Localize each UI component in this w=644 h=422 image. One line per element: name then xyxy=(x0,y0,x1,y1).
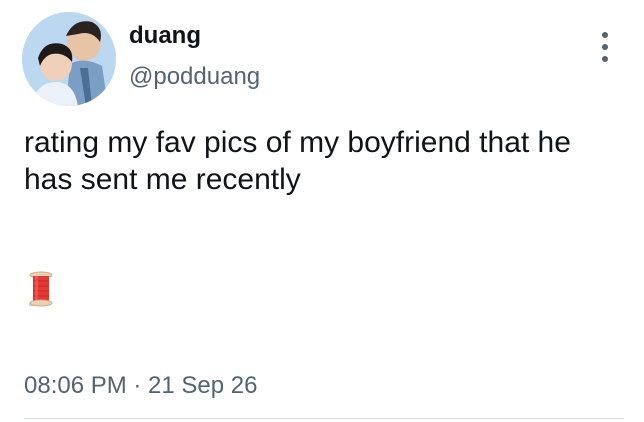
divider xyxy=(24,418,624,419)
more-options-icon[interactable] xyxy=(596,32,614,62)
more-dot xyxy=(602,32,608,38)
tweet-timestamp[interactable]: 08:06 PM · 21 Sep 26 xyxy=(24,372,257,400)
tweet-text: rating my fav pics of my boyfriend that … xyxy=(24,126,571,196)
user-handle[interactable]: @podduang xyxy=(129,63,260,91)
avatar-photo xyxy=(22,12,116,106)
spool-of-thread-icon xyxy=(26,271,56,309)
tweet-card: duang @podduang rating my fav pics of my… xyxy=(0,0,644,422)
more-dot xyxy=(602,56,608,62)
display-name[interactable]: duang xyxy=(129,22,201,50)
avatar[interactable] xyxy=(22,12,116,106)
more-dot xyxy=(602,44,608,50)
